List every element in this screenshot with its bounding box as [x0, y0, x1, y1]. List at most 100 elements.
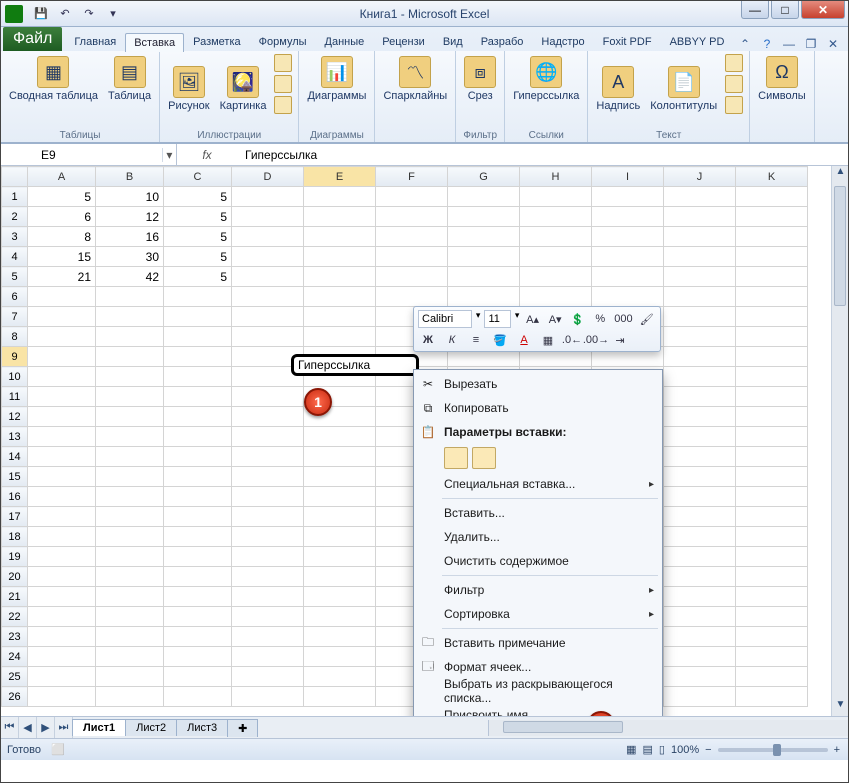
doc-min-icon[interactable]: — — [782, 37, 796, 51]
tab-foxit[interactable]: Foxit PDF — [594, 32, 661, 51]
cell-C13[interactable] — [164, 427, 232, 447]
cell-J6[interactable] — [664, 287, 736, 307]
doc-close-icon[interactable]: ✕ — [826, 37, 840, 51]
cell-C15[interactable] — [164, 467, 232, 487]
tab-data[interactable]: Данные — [316, 32, 374, 51]
cell-E16[interactable] — [304, 487, 376, 507]
cell-C21[interactable] — [164, 587, 232, 607]
cell-D12[interactable] — [232, 407, 304, 427]
mini-toolbar[interactable]: Calibri ▾ 11 ▾ A▴ A▾ 💲 % 000 🖌 Ж К ≡ 🪣 А… — [413, 306, 661, 352]
formula-value[interactable]: Гиперссылка — [237, 148, 317, 162]
cell-K20[interactable] — [736, 567, 808, 587]
cell-K24[interactable] — [736, 647, 808, 667]
row-header-25[interactable]: 25 — [2, 667, 28, 687]
cell-D14[interactable] — [232, 447, 304, 467]
cell-A14[interactable] — [28, 447, 96, 467]
textbox-button[interactable]: AНадпись — [594, 64, 642, 114]
cell-B22[interactable] — [96, 607, 164, 627]
hyperlink-button[interactable]: 🌐Гиперссылка — [511, 54, 581, 104]
cell-D24[interactable] — [232, 647, 304, 667]
ctx-picklist[interactable]: Выбрать из раскрывающегося списка... — [414, 679, 662, 703]
cell-F3[interactable] — [376, 227, 448, 247]
cell-B12[interactable] — [96, 407, 164, 427]
object-icon[interactable] — [725, 96, 743, 114]
row-header-5[interactable]: 5 — [2, 267, 28, 287]
col-header-E[interactable]: E — [304, 167, 376, 187]
cell-J7[interactable] — [664, 307, 736, 327]
sigline-icon[interactable] — [725, 75, 743, 93]
cell-E22[interactable] — [304, 607, 376, 627]
cell-C25[interactable] — [164, 667, 232, 687]
col-header-I[interactable]: I — [592, 167, 664, 187]
scroll-up-icon[interactable]: ▲ — [832, 166, 848, 183]
cell-C11[interactable] — [164, 387, 232, 407]
sheet-nav-next-icon[interactable]: ▶ — [37, 717, 55, 738]
cell-E24[interactable] — [304, 647, 376, 667]
cell-C22[interactable] — [164, 607, 232, 627]
cell-G5[interactable] — [448, 267, 520, 287]
doc-restore-icon[interactable]: ❐ — [804, 37, 818, 51]
cell-C17[interactable] — [164, 507, 232, 527]
name-box[interactable]: E9 ▾ — [1, 144, 177, 165]
cell-C8[interactable] — [164, 327, 232, 347]
col-header-H[interactable]: H — [520, 167, 592, 187]
worksheet-grid[interactable]: ABCDEFGHIJK15105261253816541530552142567… — [1, 166, 848, 716]
cell-F6[interactable] — [376, 287, 448, 307]
cell-A16[interactable] — [28, 487, 96, 507]
cell-A25[interactable] — [28, 667, 96, 687]
view-pagelayout-icon[interactable]: ▤ — [643, 743, 653, 756]
cell-B9[interactable] — [96, 347, 164, 367]
cell-D2[interactable] — [232, 207, 304, 227]
slicer-button[interactable]: ⧈Срез — [462, 54, 498, 104]
view-pagebreak-icon[interactable]: ▯ — [659, 743, 665, 756]
cell-A24[interactable] — [28, 647, 96, 667]
scroll-down-icon[interactable]: ▼ — [832, 699, 848, 716]
font-dropdown-icon[interactable]: ▾ — [476, 310, 481, 328]
help-icon[interactable]: ? — [760, 37, 774, 51]
row-header-22[interactable]: 22 — [2, 607, 28, 627]
tab-view[interactable]: Вид — [434, 32, 472, 51]
cell-E18[interactable] — [304, 527, 376, 547]
cell-G3[interactable] — [448, 227, 520, 247]
cell-H1[interactable] — [520, 187, 592, 207]
cell-C16[interactable] — [164, 487, 232, 507]
cell-C26[interactable] — [164, 687, 232, 707]
cell-J9[interactable] — [664, 347, 736, 367]
cell-J26[interactable] — [664, 687, 736, 707]
cell-C12[interactable] — [164, 407, 232, 427]
cell-J25[interactable] — [664, 667, 736, 687]
row-header-2[interactable]: 2 — [2, 207, 28, 227]
shrink-font-icon[interactable]: A▾ — [546, 310, 565, 328]
cell-A17[interactable] — [28, 507, 96, 527]
cell-E14[interactable] — [304, 447, 376, 467]
vertical-scroll-thumb[interactable] — [834, 186, 846, 306]
row-header-4[interactable]: 4 — [2, 247, 28, 267]
zoom-level[interactable]: 100% — [671, 744, 699, 756]
row-header-10[interactable]: 10 — [2, 367, 28, 387]
ctx-define-name[interactable]: Присвоить имя... — [414, 703, 662, 716]
cell-B5[interactable]: 42 — [96, 267, 164, 287]
cell-D21[interactable] — [232, 587, 304, 607]
horizontal-scrollbar[interactable] — [488, 720, 848, 736]
cell-A5[interactable]: 21 — [28, 267, 96, 287]
zoom-slider[interactable] — [718, 748, 828, 752]
horizontal-scroll-thumb[interactable] — [503, 721, 623, 733]
align-center-icon[interactable]: ≡ — [466, 331, 486, 349]
ctx-filter[interactable]: Фильтр — [414, 578, 662, 602]
borders-icon[interactable]: ▦ — [538, 331, 558, 349]
cell-E1[interactable] — [304, 187, 376, 207]
cell-J18[interactable] — [664, 527, 736, 547]
cell-K1[interactable] — [736, 187, 808, 207]
cell-C10[interactable] — [164, 367, 232, 387]
close-button[interactable]: ✕ — [801, 1, 845, 19]
cell-H3[interactable] — [520, 227, 592, 247]
row-header-15[interactable]: 15 — [2, 467, 28, 487]
cell-B14[interactable] — [96, 447, 164, 467]
cell-A3[interactable]: 8 — [28, 227, 96, 247]
file-tab[interactable]: Файл — [3, 27, 62, 51]
cell-A8[interactable] — [28, 327, 96, 347]
cell-B26[interactable] — [96, 687, 164, 707]
cell-J5[interactable] — [664, 267, 736, 287]
cell-E26[interactable] — [304, 687, 376, 707]
cell-K5[interactable] — [736, 267, 808, 287]
